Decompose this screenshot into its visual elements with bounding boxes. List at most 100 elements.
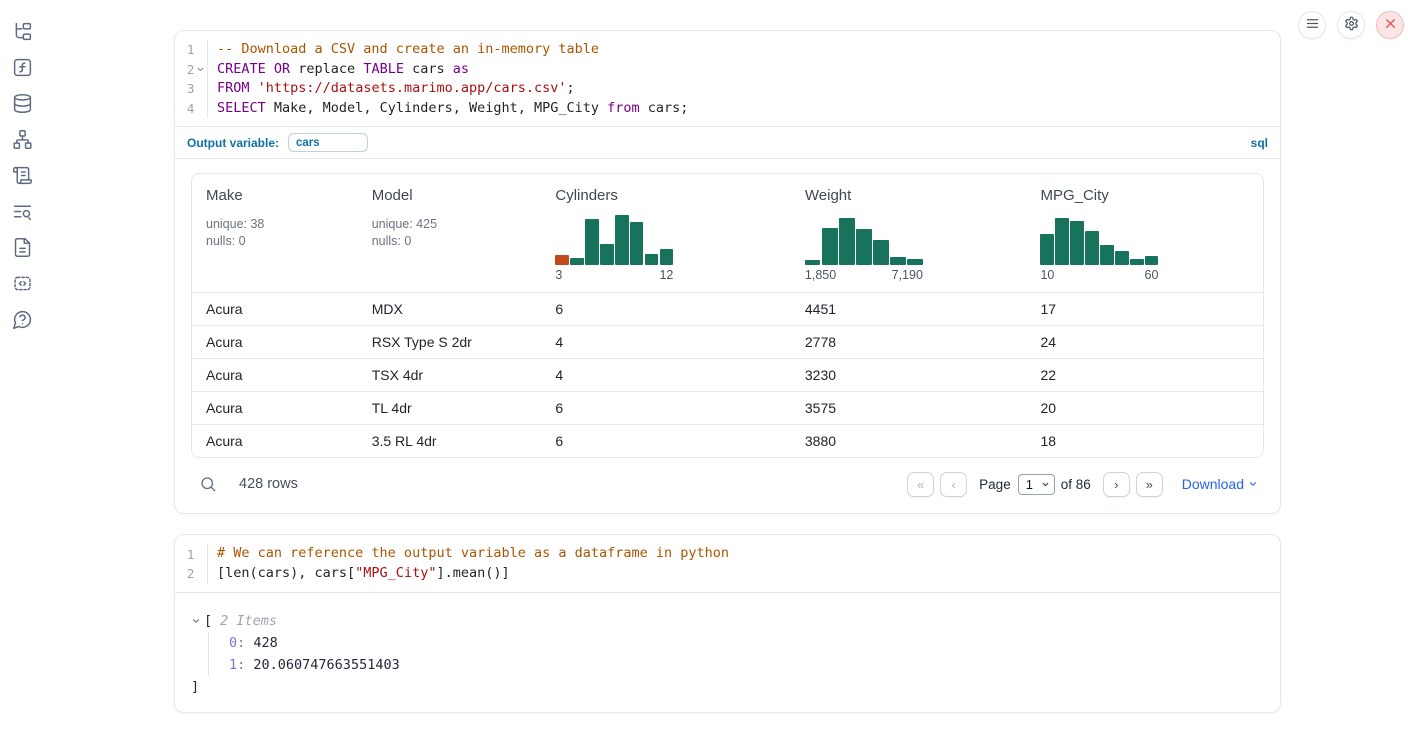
prev-page-button[interactable]: ‹ — [940, 472, 967, 497]
line-number: 4 — [175, 101, 194, 116]
page-of-label: of 86 — [1061, 477, 1091, 492]
language-badge: sql — [1251, 136, 1268, 150]
column-header-model[interactable]: Model unique: 425nulls: 0 — [358, 174, 542, 292]
table-cell: 3880 — [791, 425, 1027, 457]
fold-chevron-icon[interactable] — [194, 65, 207, 74]
column-histogram: 1,8507,190 — [805, 213, 923, 282]
documentation-icon[interactable] — [12, 237, 33, 258]
function-square-icon[interactable] — [12, 57, 33, 78]
entry-value: 428 — [253, 635, 277, 651]
menu-icon — [1305, 16, 1320, 34]
table-cell: 6 — [541, 293, 791, 325]
column-header-make[interactable]: Make unique: 38nulls: 0 — [192, 174, 358, 292]
table-cell: 22 — [1026, 359, 1263, 391]
collapse-chevron-icon[interactable] — [191, 616, 204, 626]
close-button[interactable] — [1376, 11, 1404, 39]
last-page-button[interactable]: » — [1136, 472, 1163, 497]
table-cell: Acura — [192, 293, 358, 325]
search-icon[interactable] — [199, 475, 217, 493]
top-toolbar — [1298, 11, 1404, 39]
output-tree-items: 0: 4281: 20.060747663551403 — [208, 632, 1264, 676]
code-line: # We can reference the output variable a… — [217, 544, 729, 564]
table-cell: 3.5 RL 4dr — [358, 425, 542, 457]
table-cell: Acura — [192, 392, 358, 424]
snippets-icon[interactable] — [12, 273, 33, 294]
hist-max-label: 12 — [659, 268, 673, 282]
items-count-label: 2 Items — [220, 610, 277, 632]
output-variable-label: Output variable: — [187, 136, 279, 150]
table-cell: MDX — [358, 293, 542, 325]
table-footer: 428 rows « ‹ Page 1 of 86 › » Download — [191, 467, 1264, 501]
scroll-logs-icon[interactable] — [12, 165, 33, 186]
entry-value: 20.060747663551403 — [253, 657, 399, 673]
histogram-bar — [555, 255, 568, 265]
python-cell: 12 # We can reference the output variable… — [174, 534, 1281, 712]
close-icon — [1383, 16, 1398, 34]
table-cell: 2778 — [791, 326, 1027, 358]
table-cell: 6 — [541, 425, 791, 457]
table-cell: Acura — [192, 326, 358, 358]
search-logs-icon[interactable] — [12, 201, 33, 222]
histogram-bar — [907, 259, 923, 265]
dependency-graph-icon[interactable] — [12, 129, 33, 150]
hist-max-label: 60 — [1145, 268, 1159, 282]
chevron-down-icon — [1041, 480, 1050, 489]
settings-gear-button[interactable] — [1337, 11, 1365, 39]
output-variable-input[interactable] — [288, 133, 368, 152]
column-stats: unique: 425nulls: 0 — [372, 216, 534, 249]
histogram-bar — [822, 228, 838, 265]
table-cell: TL 4dr — [358, 392, 542, 424]
histogram-bar — [1145, 256, 1158, 265]
database-icon[interactable] — [12, 93, 33, 114]
line-number: 3 — [175, 81, 194, 96]
table-body: AcuraMDX6445117AcuraRSX Type S 2dr427782… — [192, 292, 1263, 457]
line-number-gutter: 1234 — [175, 40, 208, 118]
table-cell: Acura — [192, 425, 358, 457]
page-select[interactable]: 1 — [1018, 474, 1055, 495]
column-name: Model — [372, 187, 534, 204]
histogram-bar — [1085, 231, 1098, 265]
menu-button[interactable] — [1298, 11, 1326, 39]
histogram-bar — [805, 260, 821, 265]
table-cell: 17 — [1026, 293, 1263, 325]
help-icon[interactable] — [12, 309, 33, 330]
histogram-bar — [1040, 234, 1053, 265]
output-tree-entry: 0: 428 — [229, 632, 1264, 654]
histogram-bar — [660, 249, 673, 265]
column-name: Weight — [805, 187, 1019, 204]
table-cell: 3575 — [791, 392, 1027, 424]
column-header-cylinders[interactable]: Cylinders 312 — [541, 174, 791, 292]
histogram-bar — [1055, 218, 1068, 265]
file-tree-icon[interactable] — [12, 21, 33, 42]
table-cell: 6 — [541, 392, 791, 424]
histogram-bar — [1100, 245, 1113, 265]
code-content: # We can reference the output variable a… — [208, 544, 729, 583]
code-line: SELECT Make, Model, Cylinders, Weight, M… — [217, 99, 688, 119]
line-number: 2 — [175, 62, 194, 77]
sidebar — [0, 0, 44, 729]
column-header-mpg_city[interactable]: MPG_City 1060 — [1026, 174, 1263, 292]
table-row: AcuraRSX Type S 2dr4277824 — [192, 325, 1263, 358]
output-tree-entry: 1: 20.060747663551403 — [229, 654, 1264, 676]
download-button[interactable]: Download — [1182, 476, 1258, 492]
sql-code-editor[interactable]: 1234-- Download a CSV and create an in-m… — [175, 31, 1280, 126]
column-stats: unique: 38nulls: 0 — [206, 216, 350, 249]
table-row: AcuraTSX 4dr4323022 — [192, 358, 1263, 391]
table-cell: 24 — [1026, 326, 1263, 358]
close-bracket: ] — [191, 676, 1264, 698]
python-code-editor[interactable]: 12 # We can reference the output variable… — [175, 535, 1280, 591]
column-header-weight[interactable]: Weight 1,8507,190 — [791, 174, 1027, 292]
first-page-button[interactable]: « — [907, 472, 934, 497]
column-name: Make — [206, 187, 350, 204]
histogram-bar — [890, 257, 906, 265]
histogram-bar — [1130, 259, 1143, 265]
table-header-row: Make unique: 38nulls: 0 Model unique: 425nu… — [192, 174, 1263, 292]
table-cell: RSX Type S 2dr — [358, 326, 542, 358]
hist-min-label: 10 — [1040, 268, 1054, 282]
next-page-button[interactable]: › — [1103, 472, 1130, 497]
histogram-bar — [600, 244, 613, 265]
open-bracket: [ — [204, 610, 212, 632]
line-number-gutter: 12 — [175, 544, 208, 583]
histogram-bar — [856, 229, 872, 265]
hist-min-label: 1,850 — [805, 268, 836, 282]
